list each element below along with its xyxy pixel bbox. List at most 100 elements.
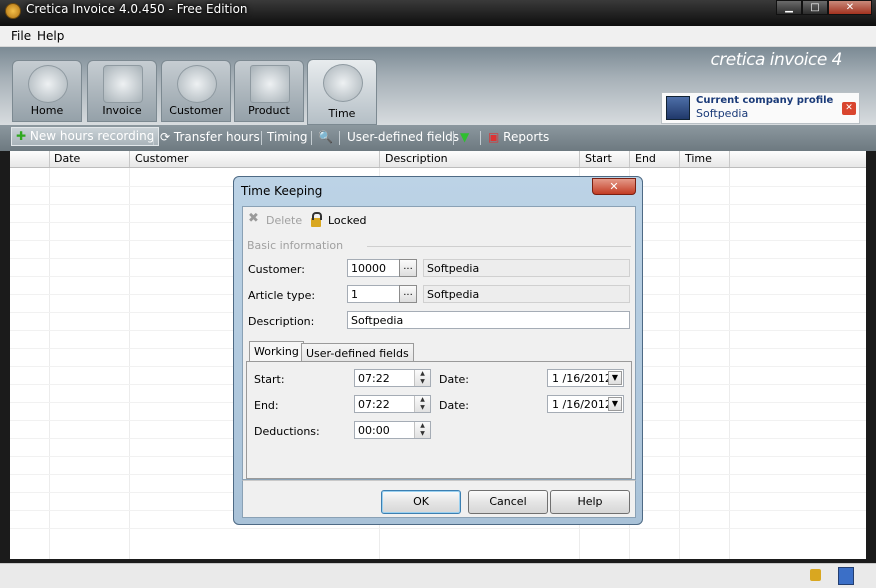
column-divider	[729, 151, 730, 167]
grid-header: Date Customer Description Start End Time	[10, 151, 866, 168]
end-time-value: 07:22	[358, 398, 390, 411]
brand-logo: cretica invoice 4	[710, 50, 842, 70]
start-date-value: 1 /16/2012	[552, 372, 612, 385]
column-description[interactable]: Description	[385, 152, 448, 165]
customer-lookup-button[interactable]: ...	[399, 259, 417, 277]
column-divider	[379, 151, 380, 167]
new-hours-label: New hours recording	[29, 129, 155, 143]
start-time-spinner[interactable]: 07:22 ▲ ▼	[354, 369, 431, 387]
minimize-button[interactable]: ▁	[776, 0, 802, 15]
customer-label: Customer:	[248, 263, 305, 276]
end-time-spinner[interactable]: 07:22 ▲ ▼	[354, 395, 431, 413]
filter-icon[interactable]: ▼	[460, 130, 469, 144]
column-divider	[679, 151, 680, 167]
customer-number-field[interactable]: 10000	[347, 259, 400, 277]
deductions-value: 00:00	[358, 424, 390, 437]
new-hours-recording-button[interactable]: ✚ New hours recording	[11, 127, 160, 146]
reports-label: Reports	[503, 130, 550, 144]
navigation-ribbon: cretica invoice 4 Home Invoice Customer …	[0, 47, 876, 125]
locked-button[interactable]: Locked	[328, 214, 366, 227]
menu-file[interactable]: File	[11, 29, 31, 43]
column-start[interactable]: Start	[585, 152, 612, 165]
tab-customer-label: Customer	[169, 104, 223, 117]
spinner-arrows[interactable]: ▲ ▼	[414, 370, 430, 386]
timing-button[interactable]: Timing	[267, 130, 308, 144]
article-type-field[interactable]: 1	[347, 285, 400, 303]
menu-help[interactable]: Help	[37, 29, 64, 43]
reports-button[interactable]: ▣ Reports	[488, 130, 549, 144]
transfer-icon: ⟳	[160, 130, 171, 144]
tab-invoice[interactable]: Invoice	[87, 60, 157, 122]
column-date[interactable]: Date	[54, 152, 80, 165]
tab-product-label: Product	[248, 104, 290, 117]
window-controls: ▁ □ ✕	[776, 0, 872, 17]
column-time[interactable]: Time	[685, 152, 712, 165]
profile-heading: Current company profile	[696, 95, 834, 106]
profile-close-button[interactable]: ✕	[842, 102, 856, 115]
description-label: Description:	[248, 315, 315, 328]
grid-line	[729, 168, 730, 559]
title-bar: Cretica Invoice 4.0.450 - Free Edition ▁…	[0, 0, 876, 26]
separator	[261, 131, 262, 145]
company-profile-panel: Current company profile Softpedia ✕	[661, 92, 860, 124]
article-lookup-button[interactable]: ...	[399, 285, 417, 303]
column-divider	[49, 151, 50, 167]
separator	[453, 131, 454, 145]
customer-name-field: Softpedia	[423, 259, 630, 277]
plus-icon: ✚	[16, 129, 27, 143]
home-icon	[28, 65, 68, 103]
separator	[311, 131, 312, 145]
spinner-arrows[interactable]: ▲ ▼	[414, 396, 430, 412]
app-icon[interactable]	[5, 3, 21, 19]
toolbar: ✚ New hours recording ⟳ Transfer hours T…	[0, 125, 876, 151]
reports-icon: ▣	[488, 130, 500, 144]
deductions-label: Deductions:	[254, 425, 320, 438]
profile-name: Softpedia	[696, 107, 749, 120]
end-date-picker[interactable]: 1 /16/2012 ▼	[547, 395, 624, 413]
deductions-spinner[interactable]: 00:00 ▲ ▼	[354, 421, 431, 439]
separator	[480, 131, 481, 145]
tab-home[interactable]: Home	[12, 60, 82, 122]
dialog-close-button[interactable]: ✕	[592, 178, 636, 195]
description-field[interactable]: Softpedia	[347, 311, 630, 329]
status-bar	[0, 563, 876, 588]
invoice-icon	[103, 65, 143, 103]
delete-button[interactable]: Delete	[266, 214, 302, 227]
column-end[interactable]: End	[635, 152, 656, 165]
ok-button[interactable]: OK	[381, 490, 461, 514]
chevron-down-icon[interactable]: ▼	[608, 397, 622, 411]
end-date-label: Date:	[439, 399, 469, 412]
grid-line	[679, 168, 680, 559]
end-date-value: 1 /16/2012	[552, 398, 612, 411]
product-box-icon	[250, 65, 290, 103]
tab-customer[interactable]: Customer	[161, 60, 231, 122]
cancel-button[interactable]: Cancel	[468, 490, 548, 514]
help-button[interactable]: Help	[550, 490, 630, 514]
delete-icon: ✖	[248, 211, 259, 226]
tab-working[interactable]: Working	[249, 341, 304, 363]
close-button[interactable]: ✕	[828, 0, 872, 15]
menu-bar: File Help	[0, 26, 876, 47]
maximize-button[interactable]: □	[802, 0, 828, 15]
time-keeping-dialog: Time Keeping ✕ ✖ Delete Locked Basic inf…	[233, 176, 643, 525]
start-label: Start:	[254, 373, 285, 386]
lock-icon[interactable]	[810, 569, 821, 581]
search-icon[interactable]: 🔍	[318, 130, 333, 144]
column-divider	[629, 151, 630, 167]
spinner-arrows[interactable]: ▲ ▼	[414, 422, 430, 438]
chevron-down-icon[interactable]: ▼	[608, 371, 622, 385]
tab-time[interactable]: Time	[307, 59, 377, 125]
user-defined-fields-button[interactable]: User-defined fields	[347, 130, 459, 144]
start-time-value: 07:22	[358, 372, 390, 385]
start-date-picker[interactable]: 1 /16/2012 ▼	[547, 369, 624, 387]
tab-product[interactable]: Product	[234, 60, 304, 122]
calendar-icon[interactable]	[838, 567, 854, 585]
section-divider	[367, 246, 631, 247]
column-customer[interactable]: Customer	[135, 152, 188, 165]
building-icon	[666, 96, 690, 120]
customer-icon	[177, 65, 217, 103]
article-type-label: Article type:	[248, 289, 316, 302]
tab-home-label: Home	[30, 104, 64, 117]
transfer-hours-button[interactable]: ⟳ Transfer hours	[160, 130, 260, 144]
section-heading: Basic information	[247, 239, 344, 252]
